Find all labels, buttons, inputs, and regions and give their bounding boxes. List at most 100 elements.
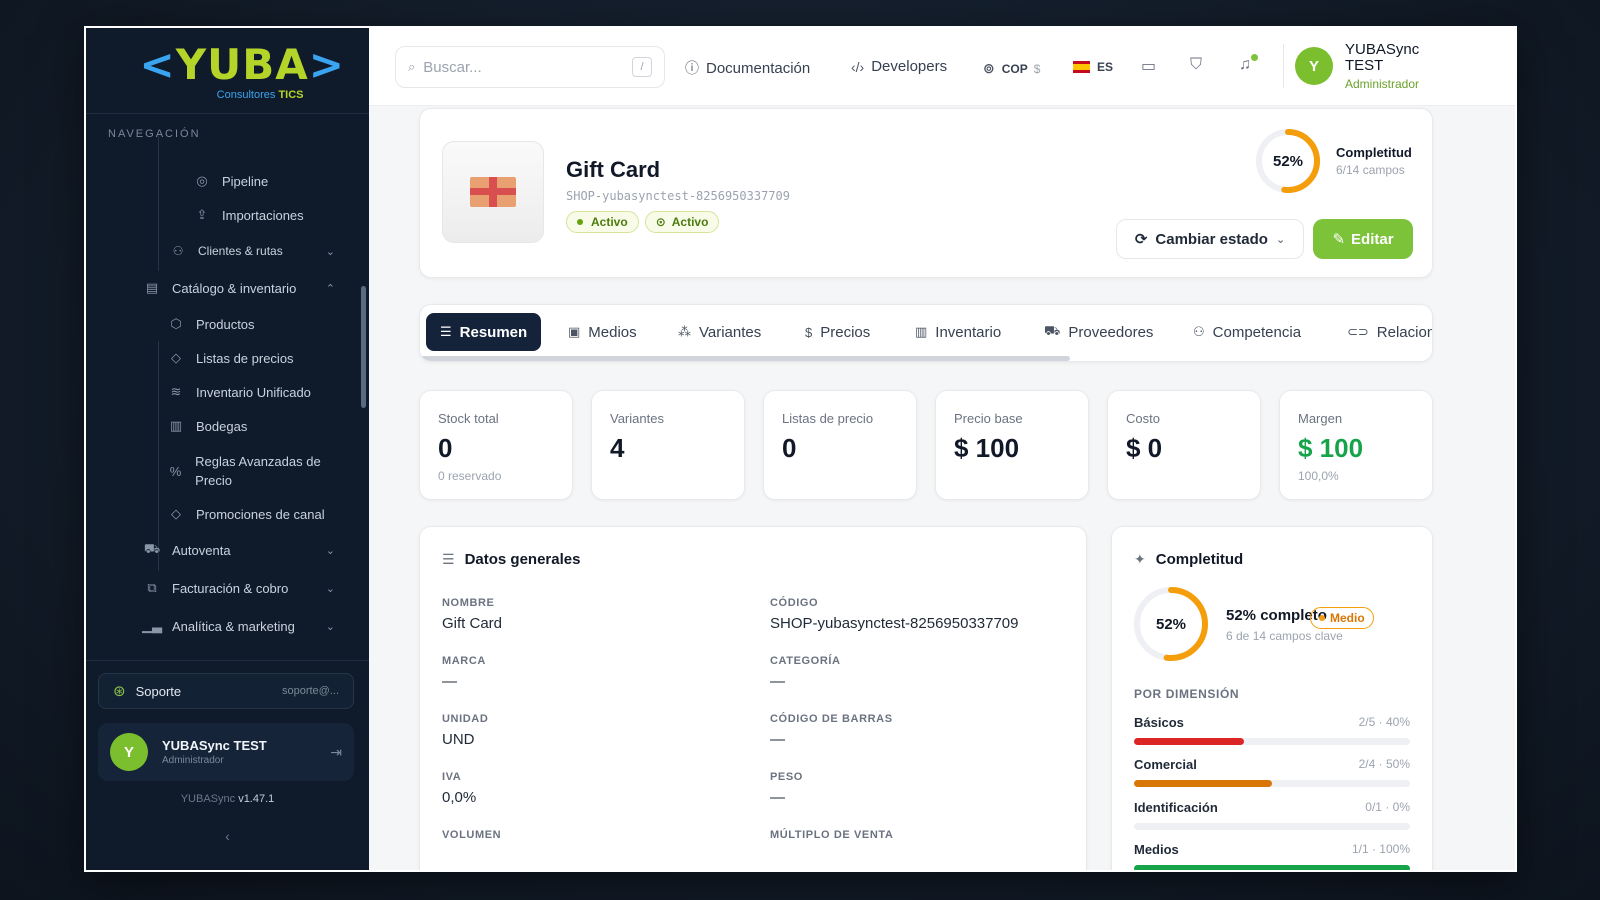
pencil-icon: ✎ <box>1332 231 1346 248</box>
completion-summary: 52% Completitud 6/14 campos <box>1254 127 1412 195</box>
help-circle-icon: ⓘ <box>685 60 699 76</box>
logo-area: <YUBA> Consultores TICS <box>86 28 369 114</box>
product-code: SHOP-yubasynctest-8256950337709 <box>566 189 790 203</box>
stat-card-precio-base: Precio base $ 100 <box>935 390 1089 500</box>
sparkles-icon: ✦ <box>1134 551 1146 567</box>
sidebar-item-pipeline[interactable]: ◎ Pipeline <box>194 173 268 189</box>
sidebar-item-clientes-rutas[interactable]: ⚇ Clientes & rutas ⌄ <box>170 243 335 259</box>
stat-card-variantes: Variantes 4 <box>591 390 745 500</box>
dimension-comercial: Comercial 2/4 · 50% <box>1134 757 1410 787</box>
field-peso: PESO — <box>770 771 803 806</box>
avatar: Y <box>1295 47 1333 86</box>
code-icon: ‹/› <box>851 58 865 75</box>
user-role: Administrador <box>162 755 224 766</box>
developers-link[interactable]: ‹/› Developers <box>851 58 947 75</box>
chevron-up-icon: ⌃ <box>325 282 335 295</box>
change-state-button[interactable]: ⟳ Cambiar estado ⌄ <box>1116 219 1304 259</box>
stat-card-margen: Margen $ 100 100,0% <box>1279 390 1433 500</box>
notification-dot <box>1251 54 1258 61</box>
tab-precios[interactable]: $ Precios <box>791 313 884 351</box>
tab-resumen[interactable]: ☰ Resumen <box>426 313 542 351</box>
truck-icon: ⛟ <box>1044 323 1061 338</box>
tab-proveedores[interactable]: ⛟ Proveedores <box>1030 313 1167 351</box>
shield-icon[interactable]: ⛉ <box>1190 56 1202 74</box>
sidebar-scrollbar[interactable] <box>361 286 366 408</box>
general-data-card: ☰ Datos generales NOMBRE Gift Card CÓDIGO S… <box>419 526 1087 870</box>
variants-icon: ⁂ <box>678 324 691 339</box>
logout-icon[interactable]: ⇥ <box>330 744 342 761</box>
product-thumbnail[interactable] <box>442 141 544 243</box>
warehouse-icon: ▥ <box>169 418 183 433</box>
sidebar-item-facturacion-cobro[interactable]: ⧉ Facturación & cobro ⌄ <box>144 580 335 596</box>
collapse-sidebar-icon[interactable]: ‹ <box>86 828 369 844</box>
cube-icon: ⬡ <box>170 316 182 331</box>
stat-card-listas: Listas de precio 0 <box>763 390 917 500</box>
image-icon: ▣ <box>568 324 581 339</box>
completion-label: Completitud <box>1336 145 1412 160</box>
app-version: YUBASync v1.47.1 <box>180 793 275 805</box>
clipboard-icon: ▤ <box>145 280 159 295</box>
tab-competencia[interactable]: ⚇ Competencia <box>1179 313 1315 351</box>
field-nombre: NOMBRE Gift Card <box>442 597 503 632</box>
chart-icon: ▁▃ <box>142 618 162 633</box>
bell-icon[interactable]: ♫ <box>1239 56 1251 74</box>
user-name: YUBASync TEST <box>1345 41 1420 74</box>
status-badge: ⊙ Activo <box>644 211 720 233</box>
status-badge: Activo <box>566 211 639 233</box>
top-user-menu[interactable]: Y YUBASync TEST Administrador <box>1295 42 1435 90</box>
link-icon: ⊂⊃ <box>1347 324 1369 339</box>
tab-inventario[interactable]: ▥ Inventario <box>901 313 1015 351</box>
tag-icon: ◇ <box>171 350 181 365</box>
refresh-icon: ⟳ <box>1134 231 1148 248</box>
chevron-down-icon: ⌄ <box>325 245 335 258</box>
layers-icon: ≋ <box>170 384 182 399</box>
field-codigo: CÓDIGO SHOP-yubasynctest-8256950337709 <box>770 597 1019 632</box>
tab-relaciona[interactable]: ⊂⊃Relaciona <box>1333 313 1432 351</box>
sidebar-user-card: Y YUBASync TEST Administrador ⇥ <box>98 723 354 781</box>
sidebar-item-productos[interactable]: ⬡ Productos <box>168 316 254 332</box>
avatar[interactable]: Y <box>110 733 148 771</box>
sidebar-item-autoventa[interactable]: ⛟ Autoventa ⌄ <box>143 541 335 558</box>
field-volumen: VOLUMEN <box>442 829 502 841</box>
tag-icon: ◇ <box>171 506 181 521</box>
field-categoria: CATEGORÍA — <box>770 655 841 690</box>
sidebar-item-promociones-canal[interactable]: ◇ Promociones de canal <box>168 506 325 522</box>
topbar: ⌕ Buscar... / ⓘ Documentación ‹/› Develope… <box>369 28 1515 106</box>
monitor-icon[interactable]: ▭ <box>1141 56 1156 76</box>
lifebuoy-icon: ⊛ <box>113 683 126 700</box>
edit-button[interactable]: ✎ Editar <box>1313 219 1413 259</box>
search-input[interactable]: ⌕ Buscar... / <box>395 46 665 88</box>
chevron-down-icon: ⌄ <box>325 620 335 633</box>
truck-icon: ⛟ <box>143 541 161 556</box>
sidebar-item-inventario-unificado[interactable]: ≋ Inventario Unificado <box>168 384 311 400</box>
dollar-icon: $ <box>805 324 813 340</box>
dimension-identificacion: Identificación 0/1 · 0% <box>1134 800 1410 830</box>
sidebar-item-analitica-marketing[interactable]: ▁▃ Analítica & marketing ⌄ <box>142 618 335 634</box>
sidebar-item-listas-precios[interactable]: ◇ Listas de precios <box>168 350 294 366</box>
completeness-ring: 52% <box>1132 585 1210 663</box>
search-shortcut: / <box>632 57 652 77</box>
tabs-scrollbar[interactable] <box>420 356 1070 361</box>
sidebar-item-reglas-avanzadas[interactable]: % Reglas Avanzadas de Precio <box>168 452 328 490</box>
search-icon: ⌕ <box>408 59 416 74</box>
gift-icon <box>470 177 516 207</box>
product-header-card: Gift Card SHOP-yubasynctest-825695033770… <box>419 108 1433 278</box>
tab-medios[interactable]: ▣ Medios <box>554 313 651 351</box>
upload-icon: ⇪ <box>196 207 208 222</box>
sidebar: <YUBA> Consultores TICS NAVEGACIÓN ◎ Pipe… <box>86 28 369 870</box>
receipt-icon: ⧉ <box>147 580 157 595</box>
percent-icon: % <box>169 463 182 479</box>
sidebar-item-catalogo-inventario[interactable]: ▤ Catálogo & inventario ⌃ <box>144 280 335 296</box>
currency-selector[interactable]: ⊚ COP $ <box>983 60 1040 77</box>
brand-logo[interactable]: <YUBA> Consultores TICS <box>140 40 344 101</box>
target-icon: ◎ <box>196 173 208 188</box>
sidebar-item-importaciones[interactable]: ⇪ Importaciones <box>194 207 304 223</box>
inventory-icon: ▥ <box>915 324 928 339</box>
docs-link[interactable]: ⓘ Documentación <box>685 58 810 78</box>
support-button[interactable]: ⊛ Soporte soporte@... <box>98 673 354 709</box>
tab-variantes[interactable]: ⁂ Variantes <box>664 313 775 351</box>
user-role: Administrador <box>1345 76 1420 91</box>
language-selector[interactable]: ES <box>1073 60 1113 74</box>
field-iva: IVA 0,0% <box>442 771 477 806</box>
sidebar-item-bodegas[interactable]: ▥ Bodegas <box>168 418 247 434</box>
